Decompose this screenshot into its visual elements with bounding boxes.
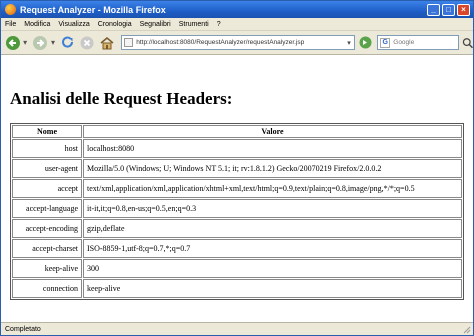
menu-visualizza[interactable]: Visualizza [58,21,89,28]
table-header-row: Nome Valore [12,125,462,138]
forward-dropdown-icon[interactable]: ▾ [51,38,57,47]
table-row: host localhost:8080 [12,139,462,158]
maximize-button[interactable]: □ [442,3,455,16]
forward-icon [33,35,48,50]
page-title: Analisi delle Request Headers: [10,89,233,108]
header-name: accept-encoding [12,219,82,238]
google-icon[interactable]: G [380,37,391,48]
back-icon [5,35,20,50]
header-name: host [12,139,82,158]
stop-icon [80,36,94,49]
close-button[interactable]: × [457,3,470,16]
firefox-icon [5,4,16,15]
minimize-button[interactable]: _ [427,3,440,16]
window-controls: _ □ × [427,3,470,16]
address-bar[interactable]: http://localhost:8080/RequestAnalyzer/re… [121,35,356,50]
page-favicon [124,38,134,47]
header-value: keep-alive [83,279,462,298]
header-name: accept-charset [12,239,82,258]
header-value: text/xml,application/xml,application/xht… [83,179,462,198]
header-value: 300 [83,259,462,278]
header-name: accept-language [12,199,82,218]
status-text: Completato [5,325,41,333]
menu-segnalibri[interactable]: Segnalibri [140,21,171,28]
address-dropdown-icon[interactable]: ▾ [344,39,354,47]
reload-button[interactable] [60,34,77,52]
menu-bar: File Modifica Visualizza Cronologia Segn… [1,18,473,31]
table-row: keep-alive 300 [12,259,462,278]
header-value: it-it,it;q=0.8,en-us;q=0.5,en;q=0.3 [83,199,462,218]
menu-help[interactable]: ? [217,21,221,28]
header-name: accept [12,179,82,198]
headers-table: Nome Valore host localhost:8080 user-age… [10,123,464,300]
status-bar: Completato [1,322,473,335]
back-dropdown-icon[interactable]: ▾ [23,38,29,47]
table-row: accept-language it-it,it;q=0.8,en-us;q=0… [12,199,462,218]
table-row: user-agent Mozilla/5.0 (Windows; U; Wind… [12,159,462,178]
header-name: connection [12,279,82,298]
window-title: Request Analyzer - Mozilla Firefox [20,4,166,15]
header-value: ISO-8859-1,utf-8;q=0.7,*;q=0.7 [83,239,462,258]
back-button[interactable] [4,34,21,52]
address-url[interactable]: http://localhost:8080/RequestAnalyzer/re… [136,39,304,46]
menu-cronologia[interactable]: Cronologia [98,21,132,28]
table-row: connection keep-alive [12,279,462,298]
forward-button[interactable] [32,34,49,52]
header-name: user-agent [12,159,82,178]
menu-file[interactable]: File [5,21,16,28]
title-bar[interactable]: Request Analyzer - Mozilla Firefox _ □ × [1,1,473,18]
home-icon [100,36,114,49]
column-header-value: Valore [83,125,462,138]
column-header-name: Nome [12,125,82,138]
table-row: accept text/xml,application/xml,applicat… [12,179,462,198]
home-button[interactable] [98,34,115,52]
table-row: accept-encoding gzip,deflate [12,219,462,238]
reload-icon [62,36,74,48]
resize-grip-icon[interactable] [461,324,471,334]
menu-strumenti[interactable]: Strumenti [179,21,209,28]
search-box[interactable]: G [377,35,459,50]
header-value: localhost:8080 [83,139,462,158]
stop-button[interactable] [79,34,96,52]
search-input[interactable] [393,39,452,46]
browser-window: Request Analyzer - Mozilla Firefox _ □ ×… [0,0,474,336]
navigation-toolbar: ▾ ▾ http://localhost:8080/RequestAnalyze… [1,31,473,55]
header-value: gzip,deflate [83,219,462,238]
go-button[interactable] [358,35,373,51]
go-icon [359,36,372,49]
table-row: accept-charset ISO-8859-1,utf-8;q=0.7,*;… [12,239,462,258]
page-content: Analisi delle Request Headers: Nome Valo… [1,56,473,322]
header-name: keep-alive [12,259,82,278]
menu-modifica[interactable]: Modifica [24,21,50,28]
search-icon[interactable] [462,37,473,49]
header-value: Mozilla/5.0 (Windows; U; Windows NT 5.1;… [83,159,462,178]
